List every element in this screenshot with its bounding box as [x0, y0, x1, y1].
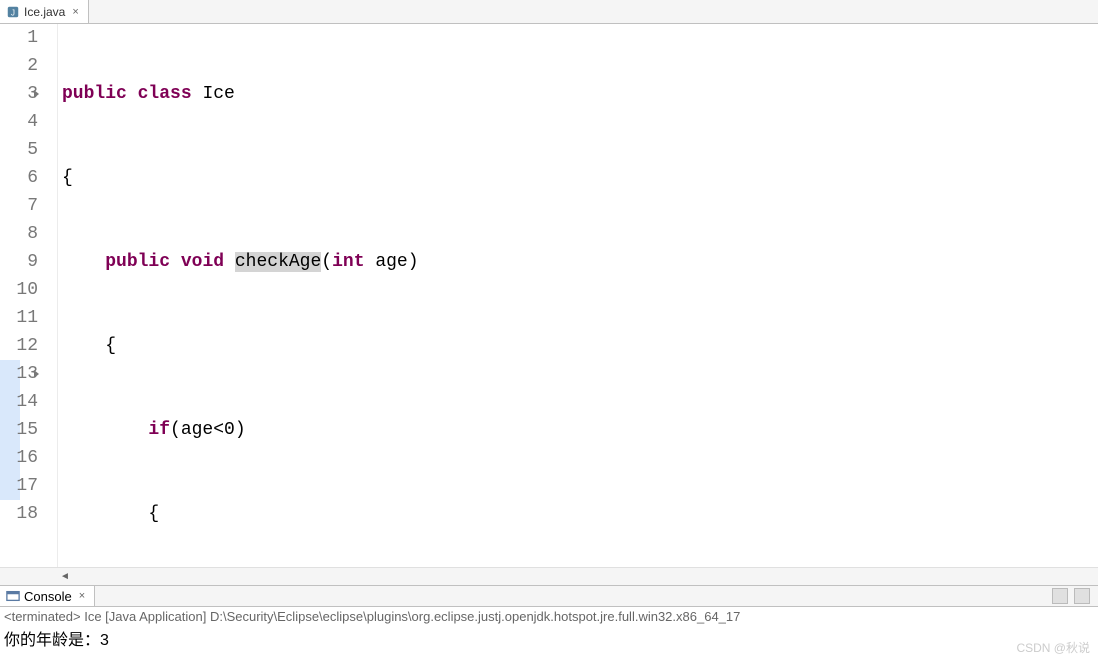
line-number: 15 — [0, 416, 38, 444]
line-number: 16 — [0, 444, 38, 472]
console-tab[interactable]: Console × — [0, 586, 95, 606]
code-editor[interactable]: 1 2 3 4 5 6 7 8 9 10 11 12 13 14 15 16 1… — [0, 24, 1098, 567]
line-gutter: 1 2 3 4 5 6 7 8 9 10 11 12 13 14 15 16 1… — [0, 24, 44, 567]
line-number: 14 — [0, 388, 38, 416]
line-number: 5 — [0, 136, 38, 164]
line-number: 18 — [0, 500, 38, 528]
code-line: { — [62, 164, 1098, 192]
code-line: { — [62, 332, 1098, 360]
console-tab-bar: Console × — [0, 585, 1098, 607]
scroll-left-icon[interactable]: ◄ — [0, 571, 70, 582]
editor-tab-ice[interactable]: J Ice.java × — [0, 0, 89, 23]
code-line: { — [62, 500, 1098, 528]
line-number: 1 — [0, 24, 38, 52]
line-number: 9 — [0, 248, 38, 276]
code-content[interactable]: public class Ice { public void checkAge(… — [58, 24, 1098, 567]
svg-text:J: J — [11, 8, 15, 17]
line-number: 10 — [0, 276, 38, 304]
line-number: 11 — [0, 304, 38, 332]
line-number: 4 — [0, 108, 38, 136]
toolbar-button[interactable] — [1074, 588, 1090, 604]
code-line: public class Ice — [62, 80, 1098, 108]
fold-strip — [44, 24, 58, 567]
console-output[interactable]: <terminated> Ice [Java Application] D:\S… — [0, 607, 1098, 652]
watermark: CSDN @秋说 — [1016, 639, 1090, 656]
console-icon — [6, 589, 20, 603]
line-number: 7 — [0, 192, 38, 220]
line-number: 12 — [0, 332, 38, 360]
line-number: 3 — [0, 80, 38, 108]
line-number: 2 — [0, 52, 38, 80]
toolbar-button[interactable] — [1052, 588, 1068, 604]
line-number: 13 — [0, 360, 38, 388]
console-tab-label: Console — [24, 589, 72, 604]
line-number: 6 — [0, 164, 38, 192]
termination-status: <terminated> Ice [Java Application] D:\S… — [4, 609, 1094, 624]
code-line: public void checkAge(int age) — [62, 248, 1098, 276]
line-number: 8 — [0, 220, 38, 248]
code-line: if(age<0) — [62, 416, 1098, 444]
close-icon[interactable]: × — [76, 590, 88, 602]
line-number: 17 — [0, 472, 38, 500]
program-output: 你的年龄是：3 — [4, 626, 1094, 650]
java-file-icon: J — [6, 5, 20, 19]
editor-tab-bar: J Ice.java × — [0, 0, 1098, 24]
horizontal-scrollbar[interactable]: ◄ — [0, 567, 1098, 585]
tab-label: Ice.java — [24, 5, 65, 19]
console-toolbar — [95, 588, 1098, 604]
close-icon[interactable]: × — [69, 6, 81, 18]
